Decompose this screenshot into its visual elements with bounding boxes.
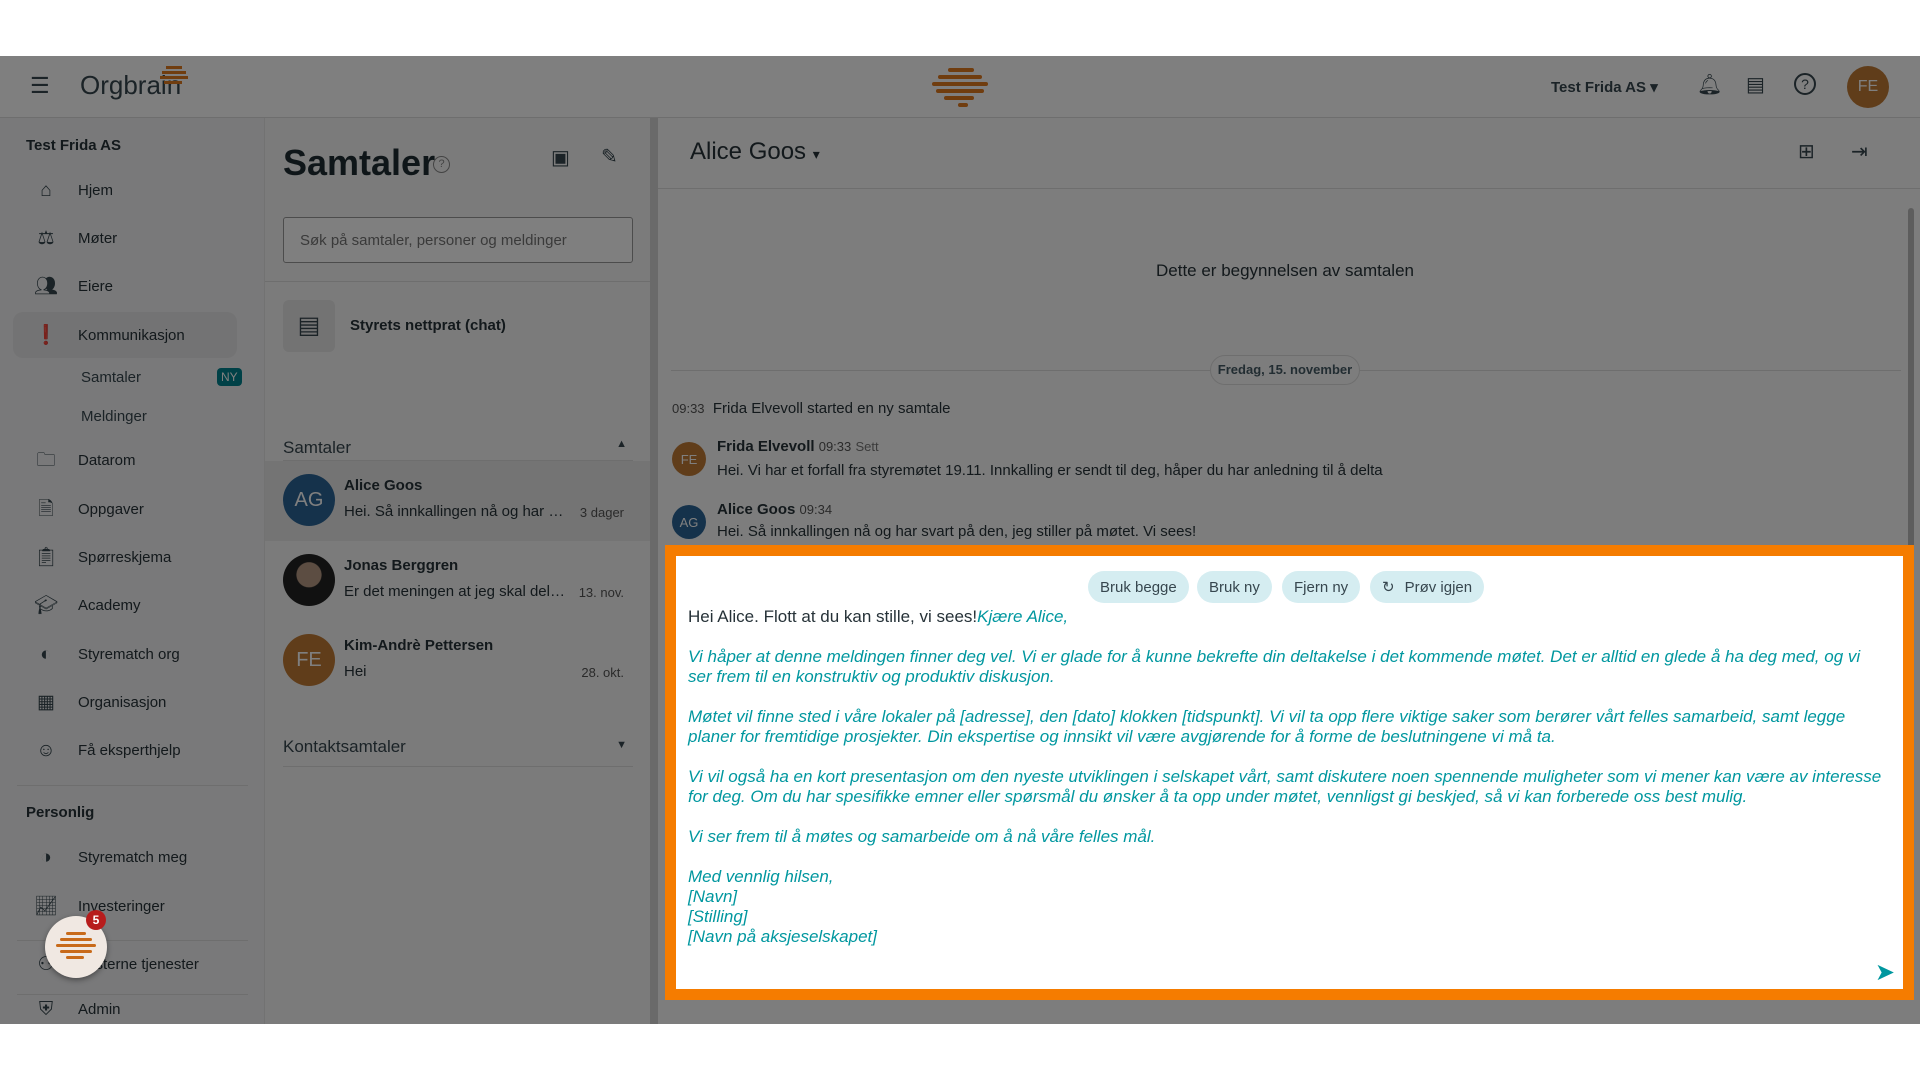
- avatar-photo: [283, 554, 335, 606]
- avatar: AG: [283, 474, 335, 526]
- chat-icon[interactable]: ▤: [1746, 75, 1765, 95]
- sidebar-item-styrematch-org[interactable]: ◐ Styrematch org: [13, 631, 237, 677]
- sidebar-item-eiere[interactable]: 👥︎ Eiere: [13, 263, 237, 309]
- divider: [17, 785, 248, 786]
- assistant-button[interactable]: 5: [45, 910, 107, 978]
- gavel-icon: ⚖: [37, 227, 55, 249]
- divider: [265, 281, 650, 282]
- user-avatar[interactable]: FE: [1847, 66, 1889, 108]
- sidebar-item-eksperthjelp[interactable]: ☺ Få eksperthjelp: [13, 727, 237, 773]
- logo-brain-icon: [160, 66, 188, 84]
- board-chat-item[interactable]: ▤ Styrets nettprat (chat): [283, 300, 633, 352]
- sidebar-subitem-meldinger[interactable]: Meldinger: [81, 408, 147, 425]
- send-icon[interactable]: ➤: [1875, 958, 1895, 987]
- retry-button[interactable]: ↻ Prøv igjen: [1370, 571, 1485, 603]
- task-icon: 🗎: [38, 498, 54, 520]
- sidebar-item-kommunikasjon[interactable]: ❗ Kommunikasjon: [13, 312, 237, 358]
- folder-icon: 🗀: [36, 449, 56, 471]
- refresh-icon: ↻: [1382, 579, 1395, 596]
- message-input[interactable]: Hei Alice. Flott at du kan stille, vi se…: [688, 607, 1888, 947]
- avatar: AG: [672, 505, 706, 539]
- sidebar-subitem-samtaler[interactable]: Samtaler: [81, 369, 141, 386]
- sidebar-item-hjem[interactable]: ⌂ Hjem: [13, 167, 237, 213]
- expert-icon: ☺: [36, 739, 56, 761]
- new-badge: NY: [217, 368, 242, 386]
- search-input[interactable]: [283, 217, 633, 263]
- sidebar-item-styrematch-meg[interactable]: ◑ Styrematch meg: [13, 834, 237, 880]
- divider: [658, 188, 1920, 189]
- building-icon: ▦: [37, 691, 55, 713]
- avatar: FE: [672, 442, 706, 476]
- match-icon: ◐: [40, 643, 52, 665]
- caret-down-icon: ▾: [812, 146, 820, 162]
- system-message: 09:33 Frida Elvevoll started en ny samta…: [672, 400, 951, 417]
- conversation-start: Dette er begynnelsen av samtalen: [1156, 261, 1414, 280]
- bell-icon[interactable]: 🔔︎: [1697, 75, 1722, 95]
- message-composer[interactable]: Bruk begge Bruk ny Fjern ny ↻ Prøv igjen …: [665, 545, 1914, 1000]
- use-new-button[interactable]: Bruk ny: [1197, 571, 1272, 603]
- org-selector[interactable]: Test Frida AS ▾: [1551, 78, 1658, 96]
- match-icon: ◑: [40, 846, 52, 868]
- chat-icon: ▤: [283, 300, 335, 352]
- home-icon: ⌂: [40, 179, 52, 201]
- leave-icon[interactable]: ⇥: [1851, 142, 1868, 162]
- date-divider: Fredag, 15. november: [1210, 355, 1360, 385]
- center-logo-icon: [932, 68, 988, 107]
- page-title: Samtaler: [283, 142, 436, 183]
- divider: [17, 994, 248, 995]
- sidebar-item-organisasjon[interactable]: ▦ Organisasjon: [13, 679, 237, 725]
- sidebar-item-datarom[interactable]: 🗀 Datarom: [13, 437, 237, 483]
- top-bar: ☰ Orgbrain Test Frida AS ▾ 🔔︎ ▤ ? FE: [0, 56, 1920, 118]
- survey-icon: 📋︎: [33, 546, 59, 568]
- scrollbar[interactable]: [1908, 208, 1914, 548]
- section-samtaler[interactable]: Samtaler ▲: [283, 438, 633, 458]
- school-icon: 🎓︎: [33, 594, 59, 616]
- chart-icon: 📈︎: [33, 895, 59, 917]
- menu-icon[interactable]: ☰: [30, 75, 50, 97]
- caret-up-icon: ▲: [616, 438, 627, 450]
- use-both-button[interactable]: Bruk begge: [1088, 571, 1189, 603]
- caret-down-icon: ▾: [1650, 79, 1658, 96]
- conversation-item[interactable]: FE Kim-Andrè Pettersen Hei 28. okt.: [265, 621, 650, 701]
- help-icon[interactable]: ?: [433, 156, 450, 173]
- admin-icon: ⛨: [38, 998, 54, 1020]
- conversation-item[interactable]: AG Alice Goos Hei. Så innkallingen nå og…: [265, 461, 650, 541]
- app: ☰ Orgbrain Test Frida AS ▾ 🔔︎ ▤ ? FE Tes…: [0, 56, 1920, 1024]
- personal-title: Personlig: [26, 804, 95, 821]
- sidebar-item-sporreskjema[interactable]: 📋︎ Spørreskjema: [13, 534, 237, 580]
- sidebar-item-academy[interactable]: 🎓︎ Academy: [13, 582, 237, 628]
- remove-new-button[interactable]: Fjern ny: [1282, 571, 1361, 603]
- panel-resizer[interactable]: [650, 118, 658, 1024]
- sidebar-item-oppgaver[interactable]: 🗎 Oppgaver: [13, 486, 237, 532]
- avatar: FE: [283, 634, 335, 686]
- video-call-icon[interactable]: ⊞: [1798, 142, 1815, 162]
- compose-icon[interactable]: ✎: [601, 147, 618, 167]
- brain-logo-icon: [56, 932, 96, 959]
- help-icon[interactable]: ?: [1794, 73, 1816, 95]
- notification-badge: 5: [86, 910, 106, 930]
- sidebar-item-moter[interactable]: ⚖ Møter: [13, 215, 237, 261]
- sidebar: Test Frida AS ⌂ Hjem ⚖ Møter 👥︎ Eiere ❗ Komm…: [0, 118, 265, 1024]
- divider: [283, 766, 633, 767]
- conversation-item[interactable]: Jonas Berggren Er det meningen at jeg sk…: [265, 541, 650, 621]
- feedback-icon: ❗: [34, 324, 58, 346]
- sidebar-item-admin[interactable]: ⛨ Admin: [13, 998, 237, 1020]
- sidebar-item-investeringer[interactable]: 📈︎ Investeringer: [13, 883, 237, 929]
- caret-down-icon: ▼: [616, 739, 627, 751]
- section-kontaktsamtaler[interactable]: Kontaktsamtaler ▼: [283, 737, 633, 757]
- people-icon: 👥︎: [33, 275, 59, 297]
- contacts-icon[interactable]: ▣: [551, 148, 570, 168]
- conversation-list: Samtaler ? ▣ ✎ ▤ Styrets nettprat (chat)…: [265, 118, 650, 1024]
- org-title: Test Frida AS: [26, 137, 122, 154]
- chat-title[interactable]: Alice Goos ▾: [690, 138, 820, 166]
